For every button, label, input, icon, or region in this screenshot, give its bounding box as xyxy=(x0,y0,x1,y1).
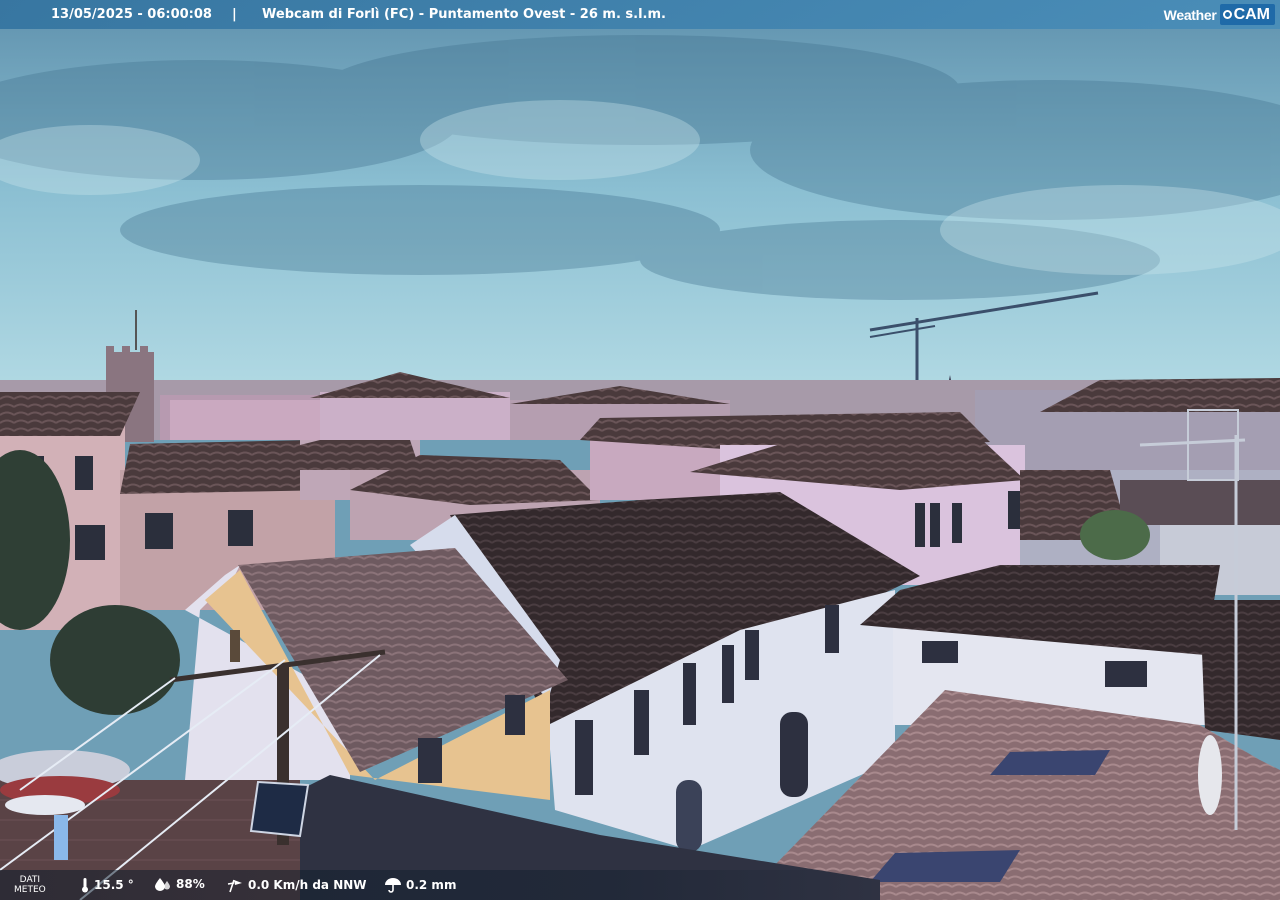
rain-value: 0.2 mm xyxy=(406,878,457,892)
camera-lens-icon xyxy=(1222,10,1232,19)
timestamp: 13/05/2025 - 06:00:08 xyxy=(51,7,212,22)
header-separator: | xyxy=(232,7,237,22)
logo-cam-badge: CAM xyxy=(1219,4,1275,25)
weather-data-bar: DATI METEO 15.5 ° 88% 0.0 Km/h da NNW 0.… xyxy=(0,870,880,900)
logo-word: Weather xyxy=(1163,6,1217,23)
weather-label-bottom: METEO xyxy=(14,885,46,895)
umbrella-icon xyxy=(385,878,401,893)
wind-reading: 0.0 Km/h da NNW xyxy=(226,877,367,893)
weathercam-logo: Weather CAM xyxy=(1164,3,1275,26)
humidity-reading: 88% xyxy=(154,877,205,891)
logo-cam: CAM xyxy=(1233,5,1270,23)
wind-value: 0.0 Km/h da NNW xyxy=(248,878,367,892)
temperature-reading: 15.5 ° xyxy=(80,877,134,893)
weather-label-top: DATI xyxy=(19,875,41,885)
webcam-image xyxy=(0,0,1280,900)
webcam-caption: Webcam di Forlì (FC) - Puntamento Ovest … xyxy=(262,7,666,22)
temperature-value: 15.5 ° xyxy=(94,878,134,892)
rain-reading: 0.2 mm xyxy=(384,877,456,893)
humidity-drop-icon xyxy=(155,878,170,891)
humidity-value: 88% xyxy=(176,877,205,891)
thermometer-icon xyxy=(82,878,88,893)
weather-section-label: DATI METEO xyxy=(14,875,46,895)
wind-icon xyxy=(227,879,242,893)
header-bar: 13/05/2025 - 06:00:08 | Webcam di Forlì … xyxy=(0,0,1280,29)
